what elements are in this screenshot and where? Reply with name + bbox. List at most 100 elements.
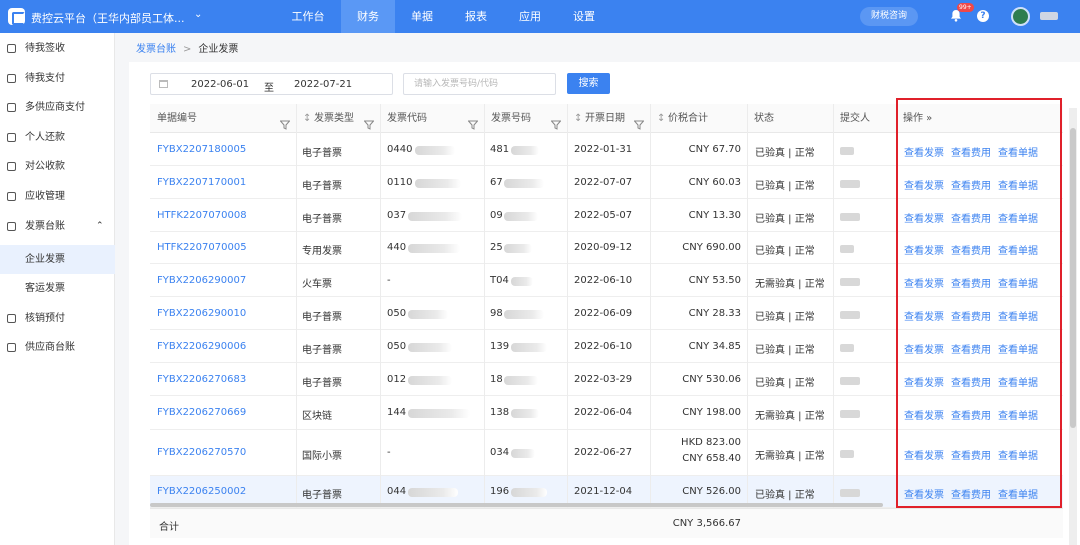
view-invoice-link[interactable]: 查看发票 [904, 345, 944, 356]
view-document-link[interactable]: 查看单据 [998, 312, 1038, 323]
breadcrumb-parent[interactable]: 发票台账 [136, 44, 176, 55]
chevron-up-icon[interactable]: ⌃ [96, 212, 104, 241]
nav-tab-5[interactable]: 设置 [557, 0, 611, 33]
view-document-link[interactable]: 查看单据 [998, 378, 1038, 389]
sort-icon[interactable]: ↕ [657, 104, 665, 133]
date-start[interactable]: 2022-06-01 [191, 79, 249, 90]
sort-icon[interactable]: ↕ [303, 104, 311, 133]
view-invoice-link[interactable]: 查看发票 [904, 214, 944, 225]
view-document-link[interactable]: 查看单据 [998, 181, 1038, 192]
view-invoice-link[interactable]: 查看发票 [904, 411, 944, 422]
sidebar-subitem-0[interactable]: 企业发票 [0, 244, 115, 274]
column-header-8[interactable]: 操作 » [896, 104, 1063, 133]
table-row[interactable]: FYBX2207170001 电子普票 0110 67 2022-07-07 CNY 60… [150, 166, 1063, 199]
column-header-3[interactable]: 发票号码 [484, 104, 567, 133]
filter-icon[interactable] [363, 113, 375, 130]
document-number-link[interactable]: HTFK2207070005 [157, 242, 247, 253]
sidebar-item-after-1[interactable]: 供应商台账 [0, 333, 115, 362]
filter-icon[interactable] [633, 113, 645, 130]
sidebar-item-2[interactable]: 多供应商支付 [0, 93, 115, 122]
chevron-down-icon[interactable]: ⌄ [194, 9, 202, 20]
table-row[interactable]: FYBX2206290007 火车票 - T04 2022-06-10 CNY 53.50… [150, 264, 1063, 297]
column-header-5[interactable]: ↕ 价税合计 [650, 104, 747, 133]
sidebar-item-6[interactable]: 发票台账 ⌃ [0, 212, 115, 241]
view-expense-link[interactable]: 查看费用 [951, 345, 991, 356]
view-invoice-link[interactable]: 查看发票 [904, 246, 944, 257]
help-icon[interactable]: ? [977, 10, 989, 22]
search-button[interactable]: 搜索 [567, 73, 610, 94]
document-number-link[interactable]: FYBX2206250002 [157, 486, 246, 497]
vertical-scrollbar-thumb[interactable] [1070, 128, 1076, 428]
view-document-link[interactable]: 查看单据 [998, 214, 1038, 225]
column-header-0[interactable]: 单据编号 [150, 104, 296, 133]
document-number-link[interactable]: FYBX2206270669 [157, 407, 246, 418]
nav-tab-0[interactable]: 工作台 [277, 0, 339, 33]
view-document-link[interactable]: 查看单据 [998, 279, 1038, 290]
view-expense-link[interactable]: 查看费用 [951, 181, 991, 192]
column-header-6[interactable]: 状态 [747, 104, 833, 133]
table-row[interactable]: FYBX2206270570 国际小票 - 034 2022-06-27 HKD 823.… [150, 430, 1063, 476]
date-range-picker[interactable]: 2022-06-01 至 2022-07-21 [150, 73, 393, 95]
table-row[interactable]: HTFK2207070005 专用发票 440 25 2020-09-12 CNY 690… [150, 232, 1063, 264]
document-number-link[interactable]: HTFK2207070008 [157, 210, 247, 221]
nav-tab-1[interactable]: 财务 [341, 0, 395, 33]
tenant-name[interactable]: 费控云平台（王华内部员工体... [31, 10, 185, 26]
table-row[interactable]: FYBX2206290010 电子普票 050 98 2022-06-09 CNY 28.… [150, 297, 1063, 330]
view-expense-link[interactable]: 查看费用 [951, 490, 991, 501]
document-number-link[interactable]: FYBX2206270683 [157, 374, 246, 385]
view-document-link[interactable]: 查看单据 [998, 148, 1038, 159]
date-end[interactable]: 2022-07-21 [294, 79, 352, 90]
view-document-link[interactable]: 查看单据 [998, 411, 1038, 422]
view-invoice-link[interactable]: 查看发票 [904, 451, 944, 462]
table-row[interactable]: HTFK2207070008 电子普票 037 09 2022-05-07 CNY 13.… [150, 199, 1063, 232]
view-document-link[interactable]: 查看单据 [998, 246, 1038, 257]
sidebar-subitem-1[interactable]: 客运发票 [0, 274, 115, 303]
view-expense-link[interactable]: 查看费用 [951, 246, 991, 257]
sidebar-item-1[interactable]: 待我支付 [0, 64, 115, 93]
view-invoice-link[interactable]: 查看发票 [904, 490, 944, 501]
avatar[interactable] [1011, 7, 1030, 26]
sidebar-item-5[interactable]: 应收管理 [0, 182, 115, 211]
view-invoice-link[interactable]: 查看发票 [904, 312, 944, 323]
column-header-7[interactable]: 提交人 [833, 104, 896, 133]
nav-tab-2[interactable]: 单据 [395, 0, 449, 33]
search-input[interactable] [403, 73, 556, 95]
nav-tab-3[interactable]: 报表 [449, 0, 503, 33]
column-header-4[interactable]: ↕ 开票日期 [567, 104, 650, 133]
view-document-link[interactable]: 查看单据 [998, 345, 1038, 356]
sidebar-item-3[interactable]: 个人还款 [0, 123, 115, 152]
view-invoice-link[interactable]: 查看发票 [904, 279, 944, 290]
user-name-redacted[interactable] [1040, 12, 1058, 20]
document-number-link[interactable]: FYBX2206290006 [157, 341, 246, 352]
view-expense-link[interactable]: 查看费用 [951, 279, 991, 290]
view-expense-link[interactable]: 查看费用 [951, 214, 991, 225]
document-number-link[interactable]: FYBX2206290007 [157, 275, 246, 286]
view-expense-link[interactable]: 查看费用 [951, 312, 991, 323]
view-expense-link[interactable]: 查看费用 [951, 411, 991, 422]
table-row[interactable]: FYBX2206290006 电子普票 050 139 2022-06-10 CNY 34… [150, 330, 1063, 363]
table-row[interactable]: FYBX2206270669 区块链 144 138 2022-06-04 CNY 198… [150, 396, 1063, 430]
document-number-link[interactable]: FYBX2206290010 [157, 308, 246, 319]
document-number-link[interactable]: FYBX2207170001 [157, 177, 246, 188]
sidebar-item-after-0[interactable]: 核销预付 [0, 304, 115, 333]
consult-button[interactable]: 财税咨询 [860, 7, 918, 26]
filter-icon[interactable] [467, 113, 479, 130]
filter-icon[interactable] [550, 113, 562, 130]
nav-tab-4[interactable]: 应用 [503, 0, 557, 33]
horizontal-scrollbar[interactable] [150, 503, 883, 507]
view-invoice-link[interactable]: 查看发票 [904, 148, 944, 159]
view-invoice-link[interactable]: 查看发票 [904, 181, 944, 192]
sidebar-item-0[interactable]: 待我签收 [0, 34, 115, 63]
view-expense-link[interactable]: 查看费用 [951, 451, 991, 462]
filter-icon[interactable] [279, 113, 291, 130]
view-invoice-link[interactable]: 查看发票 [904, 378, 944, 389]
table-row[interactable]: FYBX2207180005 电子普票 0440 481 2022-01-31 CNY 6… [150, 133, 1063, 166]
column-header-1[interactable]: ↕ 发票类型 [296, 104, 380, 133]
document-number-link[interactable]: FYBX2206270570 [157, 447, 246, 458]
table-row[interactable]: FYBX2206270683 电子普票 012 18 2022-03-29 CNY 530… [150, 363, 1063, 396]
document-number-link[interactable]: FYBX2207180005 [157, 144, 246, 155]
sidebar-item-4[interactable]: 对公收款 [0, 152, 115, 181]
sort-icon[interactable]: ↕ [574, 104, 582, 133]
view-expense-link[interactable]: 查看费用 [951, 378, 991, 389]
view-document-link[interactable]: 查看单据 [998, 451, 1038, 462]
